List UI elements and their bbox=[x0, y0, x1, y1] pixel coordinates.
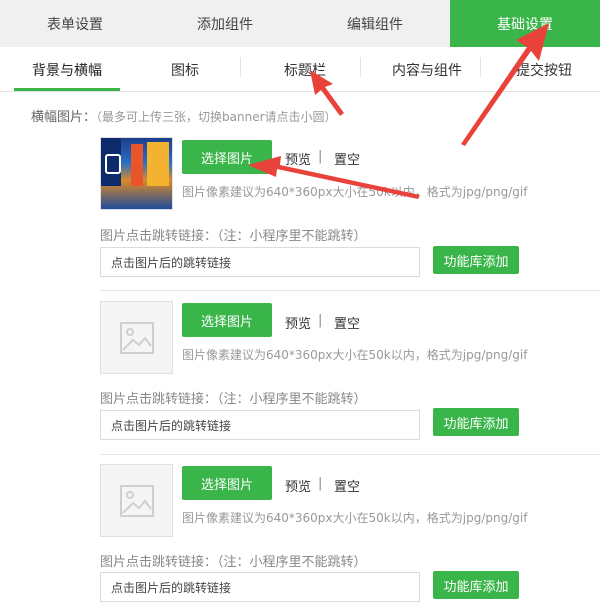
thumbnail-photo-shape bbox=[131, 144, 143, 186]
preview-link[interactable]: 预览 bbox=[285, 313, 311, 332]
select-image-button[interactable]: 选择图片 bbox=[182, 140, 272, 174]
jump-link-label: 图片点击跳转链接：（注：小程序里不能跳转） bbox=[100, 392, 367, 407]
function-library-add-button[interactable]: 功能库添加 bbox=[433, 408, 519, 436]
jump-link-input[interactable]: 点击图片后的跳转链接 bbox=[100, 410, 420, 440]
tab-separator bbox=[240, 57, 241, 77]
top-tab-bar: 表单设置 添加组件 编辑组件 基础设置 bbox=[0, 0, 600, 47]
thumbnail-photo-shape bbox=[147, 142, 169, 186]
banner-thumbnail-empty[interactable] bbox=[100, 464, 173, 537]
preview-link[interactable]: 预览 bbox=[285, 476, 311, 495]
sub-tab-content-components[interactable]: 内容与组件 bbox=[374, 47, 480, 92]
sub-tab-background-banner[interactable]: 背景与横幅 bbox=[14, 47, 120, 92]
section-divider bbox=[100, 454, 600, 455]
function-library-add-button[interactable]: 功能库添加 bbox=[433, 246, 519, 274]
banner-images-label: 横幅图片：（最多可上传三张，切换banner请点击小圆） bbox=[31, 106, 337, 125]
banner-upload-hint: （最多可上传三张，切换banner请点击小圆） bbox=[96, 110, 337, 124]
sub-tab-title-bar[interactable]: 标题栏 bbox=[255, 47, 355, 92]
link-separator: | bbox=[318, 476, 323, 491]
link-separator: | bbox=[318, 313, 323, 328]
tab-basic-settings[interactable]: 基础设置 bbox=[450, 0, 600, 47]
sub-tab-icon[interactable]: 图标 bbox=[135, 47, 235, 92]
image-placeholder-icon bbox=[120, 322, 154, 354]
jump-link-label: 图片点击跳转链接：（注：小程序里不能跳转） bbox=[100, 555, 367, 570]
tab-form-settings[interactable]: 表单设置 bbox=[0, 0, 150, 47]
tab-separator bbox=[480, 57, 481, 77]
clear-link[interactable]: 置空 bbox=[334, 313, 360, 332]
link-separator: | bbox=[318, 149, 323, 164]
image-size-hint: 图片像素建议为640*360px大小在50k以内，格式为jpg/png/gif bbox=[182, 185, 528, 199]
preview-link[interactable]: 预览 bbox=[285, 149, 311, 168]
tab-separator bbox=[360, 57, 361, 77]
select-image-button[interactable]: 选择图片 bbox=[182, 303, 272, 337]
select-image-button[interactable]: 选择图片 bbox=[182, 466, 272, 500]
banner-thumbnail[interactable] bbox=[100, 137, 173, 210]
jump-link-input[interactable]: 点击图片后的跳转链接 bbox=[100, 572, 420, 602]
tab-edit-component[interactable]: 编辑组件 bbox=[300, 0, 450, 47]
jump-link-input[interactable]: 点击图片后的跳转链接 bbox=[100, 247, 420, 277]
sub-tab-bar: 背景与横幅 图标 标题栏 内容与组件 提交按钮 bbox=[0, 47, 600, 92]
tab-add-component[interactable]: 添加组件 bbox=[150, 0, 300, 47]
image-size-hint: 图片像素建议为640*360px大小在50k以内，格式为jpg/png/gif bbox=[182, 348, 528, 362]
thumbnail-photo-shape bbox=[105, 154, 121, 174]
section-divider bbox=[100, 290, 600, 291]
banner-thumbnail-empty[interactable] bbox=[100, 301, 173, 374]
clear-link[interactable]: 置空 bbox=[334, 476, 360, 495]
sub-tab-submit-button[interactable]: 提交按钮 bbox=[494, 47, 594, 92]
active-tab-underline bbox=[14, 88, 120, 91]
clear-link[interactable]: 置空 bbox=[334, 149, 360, 168]
image-placeholder-icon bbox=[120, 485, 154, 517]
image-size-hint: 图片像素建议为640*360px大小在50k以内，格式为jpg/png/gif bbox=[182, 511, 528, 525]
function-library-add-button[interactable]: 功能库添加 bbox=[433, 571, 519, 599]
banner-label-text: 横幅图片： bbox=[31, 110, 97, 125]
jump-link-label: 图片点击跳转链接：（注：小程序里不能跳转） bbox=[100, 229, 367, 244]
